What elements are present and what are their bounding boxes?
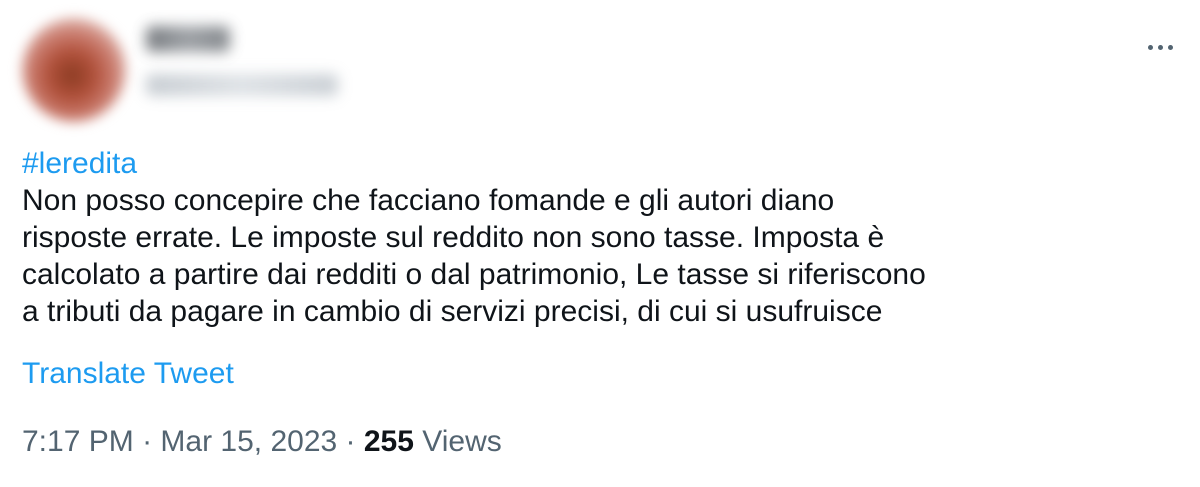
translate-tweet-link[interactable]: Translate Tweet bbox=[22, 355, 234, 392]
more-horizontal-icon-dot bbox=[1167, 44, 1173, 50]
avatar[interactable] bbox=[22, 18, 126, 122]
author-handle-blurred[interactable] bbox=[146, 74, 338, 96]
more-horizontal-icon-dot bbox=[1157, 44, 1163, 50]
tweet-date[interactable]: Mar 15, 2023 bbox=[160, 425, 337, 458]
more-horizontal-icon bbox=[1147, 44, 1153, 50]
meta-separator: · bbox=[337, 425, 364, 458]
tweet-meta: 7:17 PM · Mar 15, 2023 · 255 Views bbox=[22, 423, 502, 460]
more-options-button[interactable] bbox=[1138, 32, 1182, 62]
tweet-text: #leredita Non posso concepire che faccia… bbox=[22, 145, 1182, 330]
tweet-text-line: calcolato a partire dai redditi o dal pa… bbox=[22, 258, 926, 291]
tweet-time[interactable]: 7:17 PM bbox=[22, 425, 134, 458]
tweet-text-line: risposte errate. Le imposte sul reddito … bbox=[22, 221, 885, 254]
meta-separator: · bbox=[133, 425, 161, 458]
tweet-card: #leredita Non posso concepire che faccia… bbox=[0, 0, 1200, 487]
author-name-blurred[interactable] bbox=[146, 26, 230, 52]
hashtag-link[interactable]: #leredita bbox=[22, 145, 1182, 182]
tweet-text-line: Non posso concepire che facciano fomande… bbox=[22, 184, 835, 217]
tweet-text-line: a tributi da pagare in cambio di servizi… bbox=[22, 295, 883, 328]
views-count[interactable]: 255 bbox=[364, 425, 414, 458]
views-label[interactable]: Views bbox=[414, 425, 502, 458]
